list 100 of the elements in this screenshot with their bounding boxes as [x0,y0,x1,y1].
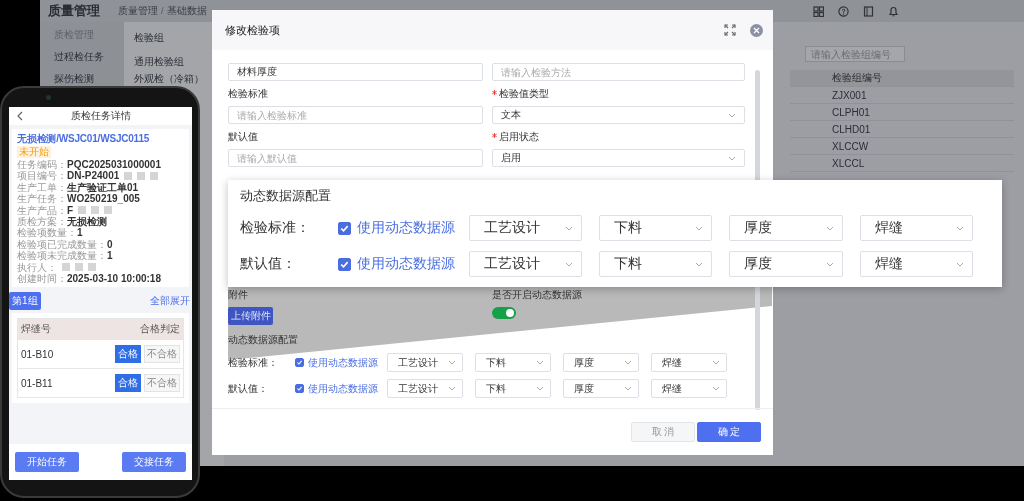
breadcrumb-link[interactable]: 基础数据 [166,4,207,18]
judgement-button[interactable]: 合格 [115,345,141,364]
chevron-down-icon [536,360,544,365]
select-field[interactable]: 工艺设计 [387,353,463,372]
action-button[interactable]: 交接任务 [122,452,186,472]
column-header: 焊缝号 [21,322,51,337]
detail-label: 项目编号： [17,170,67,182]
close-icon[interactable] [750,23,763,37]
chevron-down-icon [448,386,456,391]
chevron-down-icon [624,386,632,391]
select-field[interactable]: 厚度 [563,379,639,398]
judgement-button[interactable]: 不合格 [144,374,180,393]
checkbox-label[interactable]: 使用动态数据源 [356,219,469,237]
app-title: 质量管理 [48,2,101,20]
select-field[interactable]: 焊缝 [651,353,727,372]
panel-title: 检验组 [134,31,164,45]
select-field[interactable]: 焊缝 [859,251,973,277]
group-item[interactable]: 通用检验组 [134,55,184,69]
checkbox[interactable] [295,384,304,393]
detail-value: 2025-03-10 10:00:18 [67,273,161,285]
detail-label: 检验项数量： [17,227,77,239]
table-cell: 01-B10 [21,348,54,360]
field-label: 是否开启动态数据源 [492,288,582,301]
group-tab[interactable]: 第1组 [9,292,41,311]
chevron-down-icon [728,112,736,118]
table-cell: XLCCW [832,140,869,152]
fullscreen-icon[interactable] [724,24,736,36]
action-button[interactable]: 开始任务 [15,452,79,472]
select-field[interactable]: 下料 [599,251,713,277]
judgement-button[interactable]: 不合格 [144,345,180,364]
table-cell: CLHD01 [832,123,871,135]
chevron-down-icon [536,386,544,391]
chevron-down-icon [624,360,632,365]
row-label: 检验标准： [240,219,311,237]
checkbox[interactable] [338,257,351,271]
checkbox-label[interactable]: 使用动态数据源 [308,381,387,396]
select-field[interactable]: 厚度 [729,215,843,241]
confirm-button[interactable]: 确 定 [697,422,761,442]
detail-value: 1 [107,250,113,262]
upload-button[interactable]: 上传附件 [228,307,273,325]
field-label: 附件 [228,288,248,301]
input-field[interactable]: 请输入检验标准 [228,106,483,124]
row-label: 默认值： [240,255,297,273]
checkbox-label[interactable]: 使用动态数据源 [308,355,387,370]
select-field[interactable]: 下料 [475,379,551,398]
select-field[interactable]: 厚度 [729,251,843,277]
table-cell: 01-B11 [21,377,53,389]
chevron-down-icon [956,261,964,267]
select-field[interactable]: 工艺设计 [468,215,583,241]
toggle-switch[interactable] [492,307,516,319]
detail-label: 创建时间： [17,273,67,285]
select-field[interactable]: 工艺设计 [468,251,583,277]
camera-dot [46,95,51,100]
chevron-down-icon [448,360,456,365]
select-field[interactable]: 焊缝 [859,215,973,241]
expand-link[interactable]: 全部展开 [150,294,190,309]
select-field[interactable]: 下料 [475,353,551,372]
input-field[interactable]: 请输入默认值 [228,149,483,167]
detail-label: 执行人： [17,261,57,273]
detail-label: 检验项未完成数量： [17,250,107,262]
select-field[interactable]: 工艺设计 [387,379,463,398]
select-field[interactable]: 焊缝 [651,379,727,398]
section-title: 动态数据源配置 [228,333,299,346]
chevron-down-icon [956,225,964,231]
sidebar-item[interactable]: 探伤检测 [54,72,94,86]
detail-label: 任务编码： [17,159,67,171]
help-icon [838,5,849,17]
checkbox-label[interactable]: 使用动态数据源 [356,255,469,273]
detail-label: 生产任务： [17,193,67,205]
chevron-down-icon [712,360,720,365]
select-field[interactable]: 启用 [492,149,745,167]
field-label: 检验标准 [228,88,268,99]
field-label: 默认值 [228,131,258,142]
select-field[interactable]: 厚度 [563,353,639,372]
back-icon [17,111,23,121]
detail-value: 无损检测 [67,216,107,228]
group-item[interactable]: 外观检（冷箱） [134,72,204,86]
task-title: 无损检测/WSJC01/WSJC0115 [17,132,150,146]
breadcrumb-link[interactable]: 质量管理 [118,4,158,18]
chevron-down-icon [825,261,834,267]
judgement-button[interactable]: 合格 [115,374,141,393]
checkbox[interactable] [338,221,351,235]
detail-value: 生产验证工单01 [67,181,139,194]
select-field[interactable]: 下料 [599,215,713,241]
status-badge: 未开始 [17,146,51,158]
input-field[interactable]: 请输入检验方法 [492,63,745,81]
screen-title: 质检任务详情 [69,109,132,123]
select-field[interactable]: 文本 [492,106,745,124]
column-header: 检验组编号 [832,71,882,85]
chevron-down-icon [565,225,574,231]
row-label: 检验标准： [228,355,279,370]
asterisk-icon [492,133,497,138]
detail-value: DN-P24001 [67,170,120,182]
field-label: 启用状态 [499,131,539,142]
checkbox[interactable] [295,358,304,367]
input-field[interactable]: 材料厚度 [228,63,483,81]
dialog-title: 修改检验项 [225,22,280,38]
bell-icon [888,5,899,17]
asterisk-icon [492,90,497,95]
sidebar-item[interactable]: 过程检任务 [54,50,104,64]
